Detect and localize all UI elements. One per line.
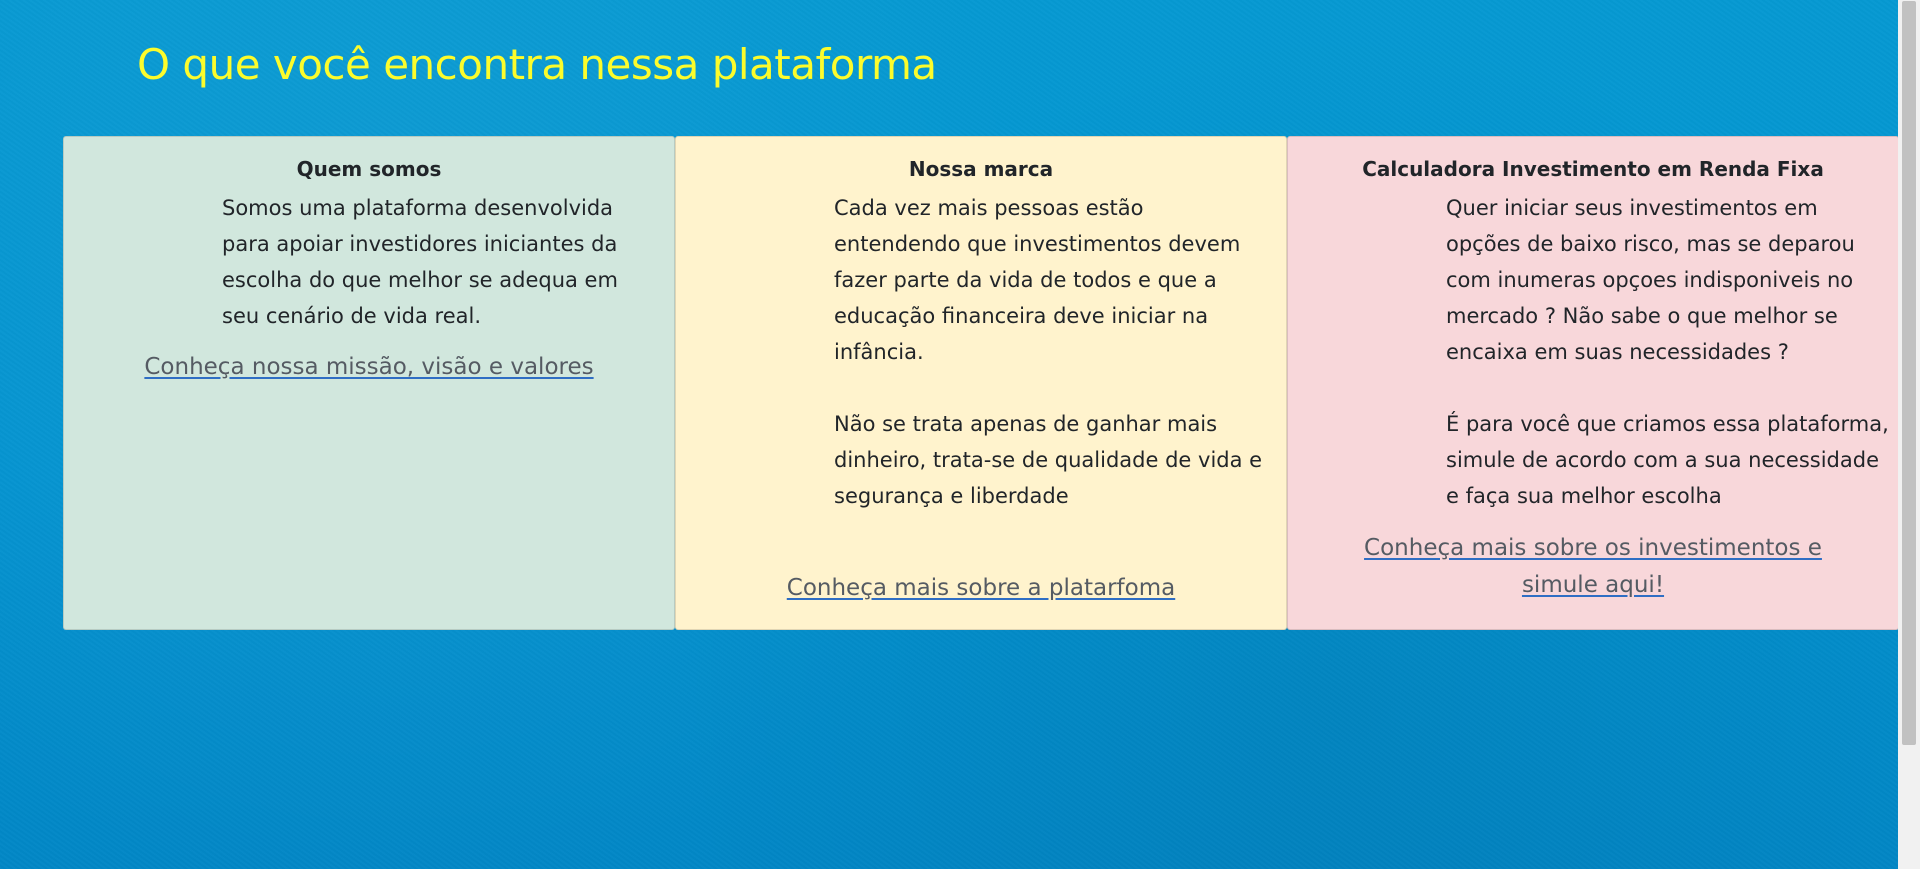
card-title-nossa-marca: Nossa marca	[908, 157, 1054, 181]
missao-visao-valores-link[interactable]: Conheça nossa missão, visão e valores	[64, 349, 674, 386]
page-title: O que você encontra nessa plataforma	[137, 40, 937, 89]
card-text-calculadora: Quer iniciar seus investimentos em opçõe…	[1446, 196, 1889, 508]
card-text-quem-somos: Somos uma plataforma desenvolvida para a…	[222, 196, 618, 328]
card-text-nossa-marca: Cada vez mais pessoas estão entendendo q…	[834, 196, 1263, 508]
feature-cards: Quem somos Somos uma plataforma desenvol…	[63, 136, 1899, 630]
simular-investimentos-link[interactable]: Conheça mais sobre os investimentos e si…	[1333, 530, 1853, 604]
card-title-calculadora: Calculadora Investimento em Renda Fixa	[1362, 157, 1824, 181]
scrollbar-thumb[interactable]	[1902, 1, 1916, 745]
card-calculadora: Calculadora Investimento em Renda Fixa Q…	[1287, 136, 1899, 630]
card-quem-somos: Quem somos Somos uma plataforma desenvol…	[63, 136, 675, 630]
vertical-scrollbar[interactable]	[1898, 0, 1920, 869]
card-title-quem-somos: Quem somos	[296, 157, 442, 181]
plataforma-link[interactable]: Conheça mais sobre a platarfoma	[676, 570, 1286, 607]
card-nossa-marca: Nossa marca Cada vez mais pessoas estão …	[675, 136, 1287, 630]
